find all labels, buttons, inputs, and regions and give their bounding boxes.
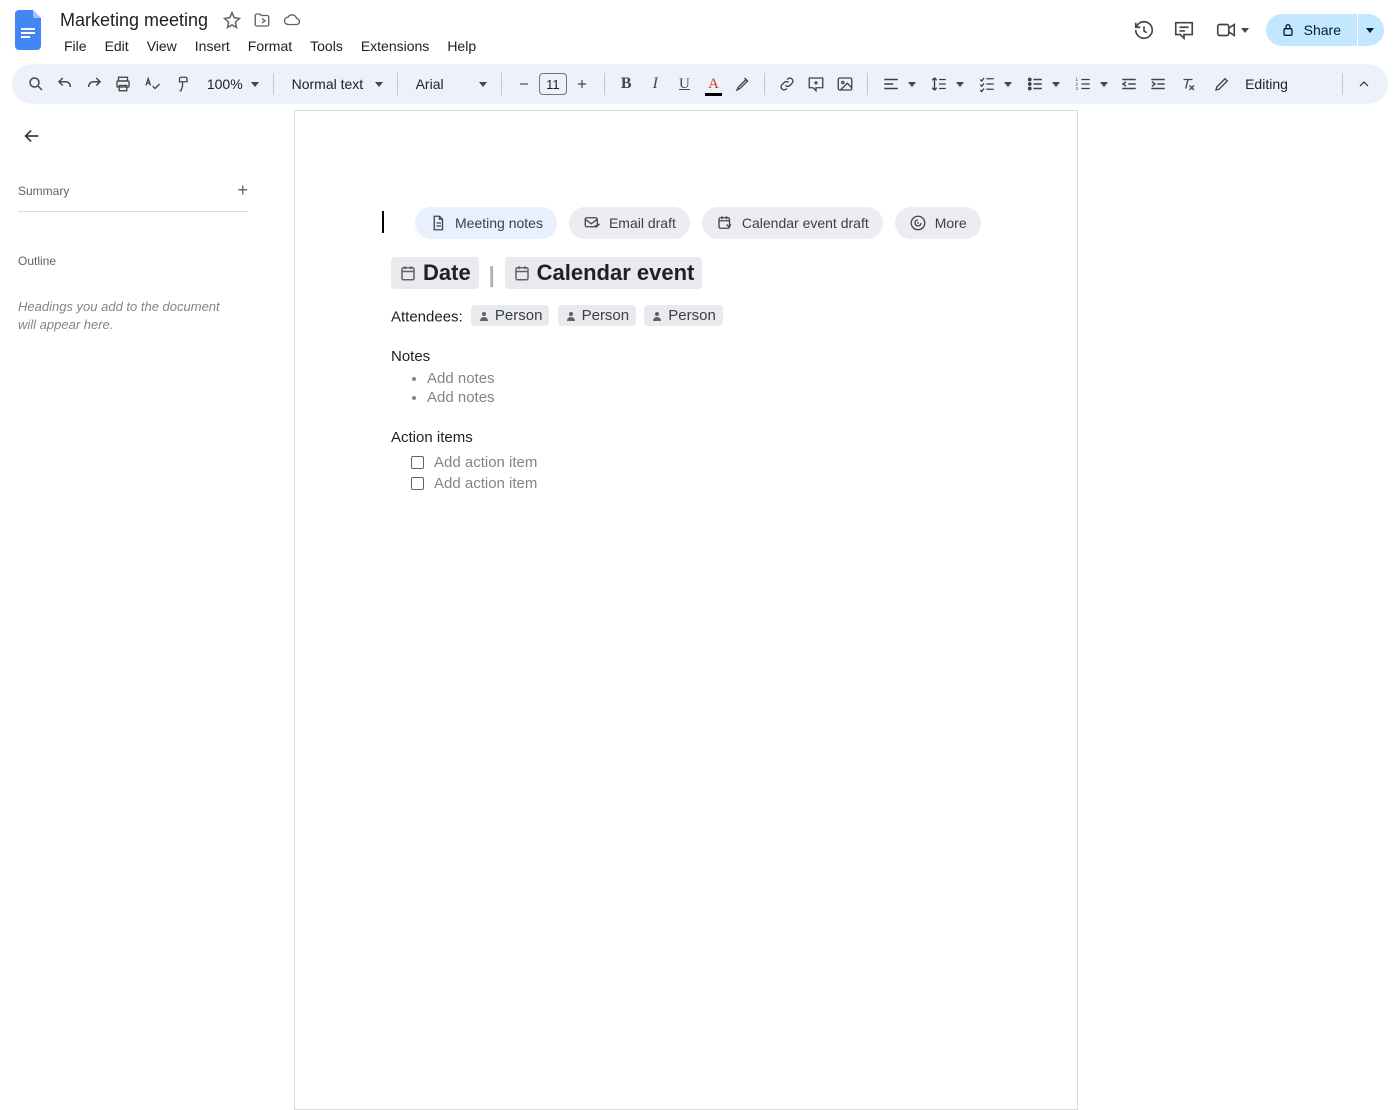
chip-separator: | [489,262,495,287]
font-decrease[interactable] [510,70,537,98]
chip-email-draft[interactable]: Email draft [569,207,690,239]
action-item[interactable]: Add action item [411,452,981,473]
person-chip[interactable]: Person [644,305,723,326]
menu-extensions[interactable]: Extensions [353,34,437,58]
menu-tools[interactable]: Tools [302,34,351,58]
action-item-label: Add action item [434,475,537,492]
italic-icon[interactable]: I [642,70,669,98]
menu-file[interactable]: File [56,34,95,58]
style-value: Normal text [288,76,368,92]
notes-heading: Notes [391,348,981,365]
person-chip-label: Person [668,307,716,324]
menu-view[interactable]: View [139,34,185,58]
outline-label: Outline [18,254,256,268]
font-value: Arial [412,76,448,92]
text-color-icon[interactable]: A [700,70,727,98]
chip-meeting-notes-label: Meeting notes [455,215,543,231]
align-dropdown[interactable] [876,75,922,93]
checklist-dropdown[interactable] [972,75,1018,93]
bulleted-list-dropdown[interactable] [1020,75,1066,93]
checkbox-icon[interactable] [411,456,424,469]
share-button[interactable]: Share [1266,14,1357,46]
undo-icon[interactable] [51,70,78,98]
menu-insert[interactable]: Insert [187,34,238,58]
font-dropdown[interactable]: Arial [406,76,494,92]
style-dropdown[interactable]: Normal text [282,76,389,92]
menu-edit[interactable]: Edit [97,34,137,58]
move-icon[interactable] [252,10,272,30]
svg-text:3: 3 [1075,86,1078,91]
star-icon[interactable] [222,10,242,30]
chip-calendar-event-draft-label: Calendar event draft [742,215,869,231]
action-items-heading: Action items [391,429,981,446]
chip-more[interactable]: More [895,207,981,239]
text-cursor [382,211,384,233]
add-comment-icon[interactable] [802,70,829,98]
zoom-value: 100% [203,76,247,92]
history-icon[interactable] [1130,16,1158,44]
search-icon[interactable] [22,70,49,98]
increase-indent-icon[interactable] [1145,70,1172,98]
share-label: Share [1304,22,1341,38]
chip-more-label: More [935,215,967,231]
comments-icon[interactable] [1170,16,1198,44]
person-chip-label: Person [495,307,543,324]
calendar-event-smart-chip[interactable]: Calendar event [505,257,703,289]
doc-title[interactable]: Marketing meeting [56,9,212,32]
note-item[interactable]: Add notes [427,369,981,388]
paint-format-icon[interactable] [168,70,195,98]
action-item[interactable]: Add action item [411,473,981,494]
image-icon[interactable] [832,70,859,98]
editing-mode-dropdown[interactable]: Editing [1205,75,1334,93]
font-size-input[interactable]: 11 [539,73,566,95]
date-smart-chip[interactable]: Date [391,257,479,289]
chip-email-draft-label: Email draft [609,215,676,231]
checkbox-icon[interactable] [411,477,424,490]
chip-meeting-notes[interactable]: Meeting notes [415,207,557,239]
spellcheck-icon[interactable] [139,70,166,98]
summary-label: Summary [18,184,69,198]
outline-hint: Headings you add to the document will ap… [18,298,233,334]
share-dropdown[interactable] [1358,14,1384,46]
menu-format[interactable]: Format [240,34,300,58]
font-increase[interactable] [569,70,596,98]
menu-help[interactable]: Help [439,34,484,58]
underline-icon[interactable]: U [671,70,698,98]
person-chip[interactable]: Person [471,305,550,326]
date-chip-label: Date [423,260,471,286]
docs-app-icon[interactable] [12,8,48,52]
collapse-toolbar-icon[interactable] [1351,70,1378,98]
cloud-icon[interactable] [282,10,302,30]
clear-formatting-icon[interactable] [1174,70,1201,98]
document-page[interactable]: Meeting notes Email draft Calendar event… [294,110,1078,1110]
print-icon[interactable] [109,70,136,98]
chip-calendar-event-draft[interactable]: Calendar event draft [702,207,883,239]
hide-outline-icon[interactable] [18,122,46,150]
add-summary-icon[interactable]: + [237,180,248,201]
redo-icon[interactable] [80,70,107,98]
calendar-chip-label: Calendar event [537,260,695,286]
action-item-label: Add action item [434,454,537,471]
person-chip-label: Person [582,307,630,324]
link-icon[interactable] [773,70,800,98]
bold-icon[interactable]: B [613,70,640,98]
note-item[interactable]: Add notes [427,388,981,407]
meet-icon[interactable] [1210,16,1254,44]
editing-mode-label: Editing [1241,76,1292,92]
attendees-label: Attendees: [391,309,463,326]
highlight-icon[interactable] [729,70,756,98]
zoom-dropdown[interactable]: 100% [197,76,265,92]
person-chip[interactable]: Person [558,305,637,326]
decrease-indent-icon[interactable] [1116,70,1143,98]
line-spacing-dropdown[interactable] [924,75,970,93]
numbered-list-dropdown[interactable]: 123 [1068,75,1114,93]
